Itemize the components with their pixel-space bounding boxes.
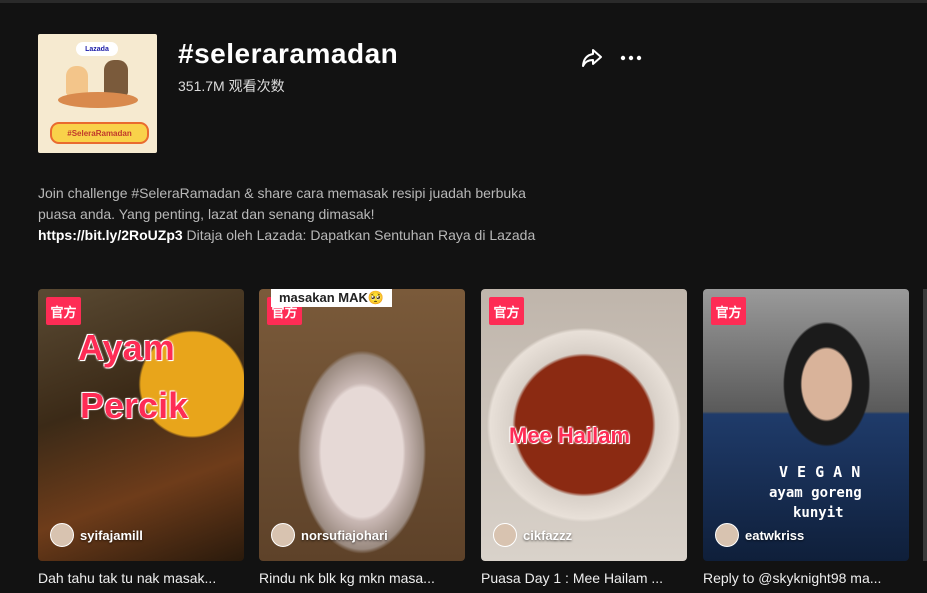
official-badge: 官方 <box>46 297 81 325</box>
video-caption[interactable]: Reply to @skyknight98 ma... <box>703 570 909 586</box>
more-options-button[interactable] <box>619 46 643 70</box>
video-card[interactable]: 官方 Ayam Percik syifajamill Dah tahu tak … <box>38 289 244 586</box>
video-overlay-text: masakan MAK🥺 <box>271 289 393 307</box>
view-count: 351.7M 观看次数 <box>178 78 285 94</box>
description-text: Join challenge #SeleraRamadan & share ca… <box>38 185 526 222</box>
video-overlay-text: Ayam <box>78 327 175 368</box>
video-thumbnail[interactable]: 官方 Mee Hailam cikfazzz <box>481 289 687 561</box>
share-button[interactable] <box>580 46 604 70</box>
video-overlay-text: Percik <box>80 385 189 426</box>
illustration-food-tray <box>58 92 138 108</box>
hashtag-header: Lazada #SeleraRamadan #seleraramadan 351… <box>38 34 642 154</box>
video-card[interactable]: 官方 masakan MAK🥺 norsufiajohari Rindu nk … <box>259 289 465 586</box>
video-author[interactable]: eatwkriss <box>715 523 804 547</box>
official-badge: 官方 <box>711 297 746 325</box>
video-author[interactable]: syifajamill <box>50 523 143 547</box>
video-caption[interactable]: Dah tahu tak tu nak masak... <box>38 570 244 586</box>
sponsor-text: Ditaja oleh Lazada: Dapatkan Sentuhan Ra… <box>182 227 536 243</box>
more-icon <box>620 55 642 61</box>
next-video-card-edge[interactable] <box>923 289 927 561</box>
video-overlay-text: Mee Hailam <box>509 423 631 448</box>
author-avatar <box>50 523 74 547</box>
author-avatar <box>715 523 739 547</box>
author-name: cikfazzz <box>523 527 573 543</box>
video-caption[interactable]: Rindu nk blk kg mkn masa... <box>259 570 465 586</box>
video-overlay-text: V E G A N <box>779 463 861 481</box>
description-link[interactable]: https://bit.ly/2RoUZp3 <box>38 227 183 243</box>
hashtag-description: Join challenge #SeleraRamadan & share ca… <box>38 183 538 246</box>
author-name: norsufiajohari <box>301 527 388 543</box>
official-badge: 官方 <box>489 297 524 325</box>
video-card[interactable]: 官方 Mee Hailam cikfazzz Puasa Day 1 : Mee… <box>481 289 687 586</box>
video-overlay-text: kunyit <box>793 505 844 521</box>
author-avatar <box>493 523 517 547</box>
video-caption[interactable]: Puasa Day 1 : Mee Hailam ... <box>481 570 687 586</box>
lazada-logo: Lazada <box>76 42 118 56</box>
illustration-person <box>104 60 128 96</box>
hashtag-cover-image: Lazada #SeleraRamadan <box>38 34 157 153</box>
author-name: syifajamill <box>80 527 143 543</box>
video-card[interactable]: 官方 V E G A N ayam goreng kunyit eatwkris… <box>703 289 909 586</box>
video-author[interactable]: norsufiajohari <box>271 523 388 547</box>
video-author[interactable]: cikfazzz <box>493 523 572 547</box>
video-thumbnail[interactable]: 官方 Ayam Percik syifajamill <box>38 289 244 561</box>
video-overlay-text: ayam goreng <box>769 485 862 501</box>
author-name: eatwkriss <box>745 527 805 543</box>
video-thumbnail[interactable]: 官方 masakan MAK🥺 norsufiajohari <box>259 289 465 561</box>
top-border <box>0 0 927 3</box>
hashtag-title: #seleraramadan <box>178 38 399 69</box>
video-thumbnail[interactable]: 官方 V E G A N ayam goreng kunyit eatwkris… <box>703 289 909 561</box>
cover-hashtag-tag: #SeleraRamadan <box>50 122 149 144</box>
author-avatar <box>271 523 295 547</box>
video-grid: 官方 Ayam Percik syifajamill Dah tahu tak … <box>38 289 927 593</box>
share-icon <box>582 49 602 67</box>
